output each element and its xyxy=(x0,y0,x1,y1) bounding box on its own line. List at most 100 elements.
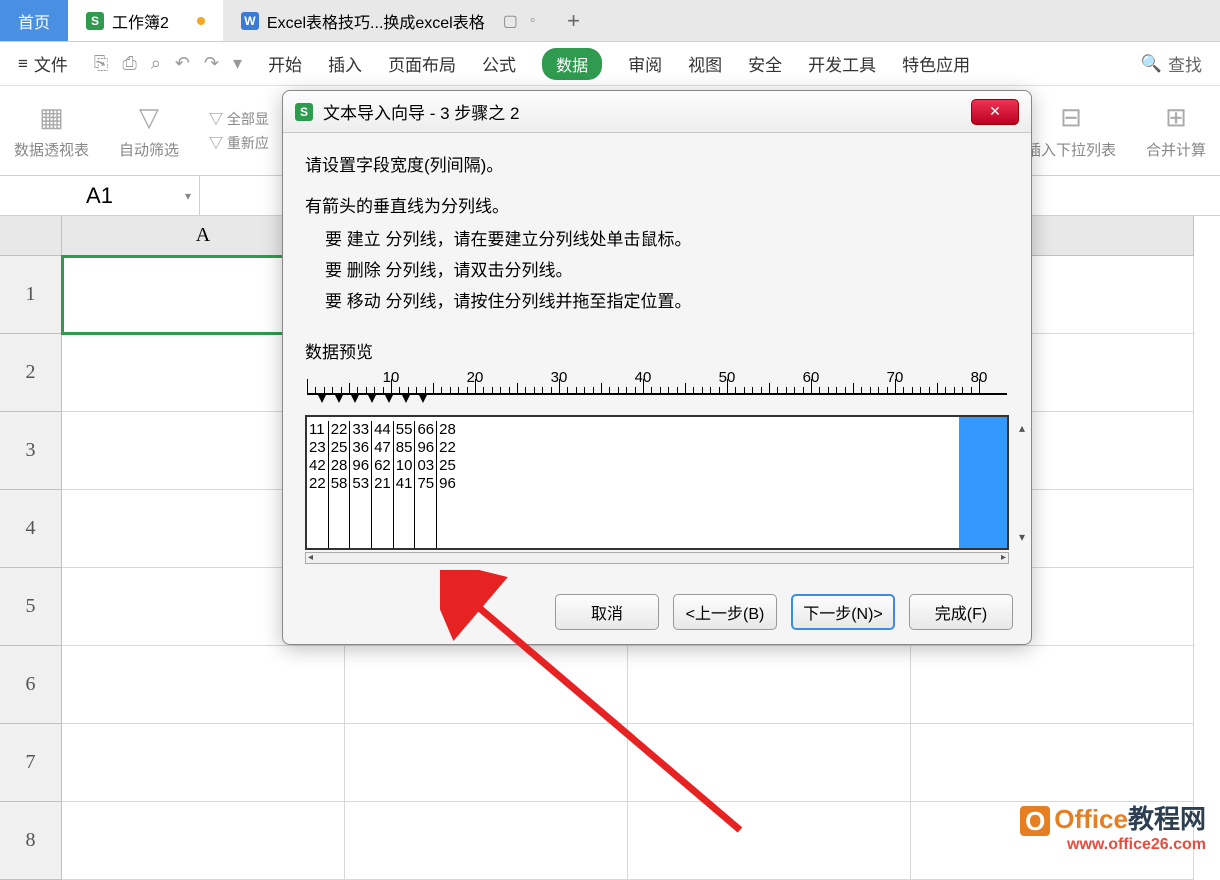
menu-search[interactable]: 🔍 查找 xyxy=(1141,51,1202,76)
cell[interactable] xyxy=(628,802,911,880)
data-preview[interactable]: 1123422222252858333696534447622155851041… xyxy=(305,415,1009,550)
cell[interactable] xyxy=(345,802,628,880)
spreadsheet-icon: S xyxy=(295,103,313,121)
row-headers: 1 2 3 4 5 6 7 8 xyxy=(0,256,62,880)
menu-insert[interactable]: 插入 xyxy=(328,51,362,76)
preview-cell: 36 xyxy=(352,439,369,457)
tab-workbook[interactable]: S 工作簿2 xyxy=(68,0,223,41)
row-header[interactable]: 4 xyxy=(0,490,62,568)
dialog-titlebar[interactable]: S 文本导入向导 - 3 步骤之 2 ✕ xyxy=(283,91,1031,133)
preview-column[interactable]: 44476221 xyxy=(372,421,394,548)
preview-cell: 85 xyxy=(396,439,413,457)
preview-icon[interactable]: ⌕ xyxy=(151,53,161,74)
hamburger-icon: ≡ xyxy=(18,54,28,74)
row-header[interactable]: 6 xyxy=(0,646,62,724)
preview-column[interactable]: 33369653 xyxy=(350,421,372,548)
tab-more-icon[interactable]: ◦ xyxy=(530,12,536,30)
menu-file[interactable]: ≡ 文件 xyxy=(18,51,68,76)
menu-page-layout[interactable]: 页面布局 xyxy=(388,51,456,76)
menu-dev-tools[interactable]: 开发工具 xyxy=(808,51,876,76)
title-bar: 首页 S 工作簿2 W Excel表格技巧...换成excel表格 ▢ ◦ + xyxy=(0,0,1220,42)
ribbon-pivot[interactable]: ▦ 数据透视表 xyxy=(14,102,89,160)
preview-column[interactable]: 11234222 xyxy=(307,421,329,548)
preview-cell: 22 xyxy=(309,475,326,493)
close-button[interactable]: ✕ xyxy=(971,99,1019,125)
next-button[interactable]: 下一步(N)> xyxy=(791,594,895,630)
menu-security[interactable]: 安全 xyxy=(748,51,782,76)
ruler[interactable]: 1020304050607080 xyxy=(305,371,1009,411)
preview-cell: 25 xyxy=(331,439,348,457)
tab-window-icon[interactable]: ▢ xyxy=(503,11,518,31)
cell[interactable] xyxy=(345,724,628,802)
preview-cell: 96 xyxy=(417,439,434,457)
menu-formula[interactable]: 公式 xyxy=(482,51,516,76)
ribbon-reapply[interactable]: ▽ 重新应 xyxy=(209,133,269,153)
cell[interactable] xyxy=(628,724,911,802)
office-icon: O xyxy=(1020,806,1050,836)
preview-cell: 23 xyxy=(309,439,326,457)
preview-cell: 33 xyxy=(352,421,369,439)
preview-column[interactable]: 28222596 xyxy=(437,421,458,548)
preview-cell: 96 xyxy=(439,475,456,493)
dialog-title-text: 文本导入向导 - 3 步骤之 2 xyxy=(323,99,519,124)
preview-cell: 21 xyxy=(374,475,391,493)
cell[interactable] xyxy=(345,646,628,724)
ribbon-merge-calc[interactable]: ⊞ 合并计算 xyxy=(1146,102,1206,160)
row-header[interactable]: 2 xyxy=(0,334,62,412)
print-icon[interactable]: ⎙ xyxy=(122,53,136,74)
menu-special[interactable]: 特色应用 xyxy=(902,51,970,76)
funnel-small-icon: ▽ xyxy=(209,135,223,151)
menu-data[interactable]: 数据 xyxy=(542,48,602,80)
dialog-hint: 有箭头的垂直线为分列线。 xyxy=(305,192,1009,217)
preview-cell: 44 xyxy=(374,421,391,439)
ribbon-dropdown-list[interactable]: ⊟ 插入下拉列表 xyxy=(1026,102,1116,160)
row-header[interactable]: 8 xyxy=(0,802,62,880)
dialog-hint-create: 要 建立 分列线，请在要建立分列线处单击鼠标。 xyxy=(325,225,1009,250)
undo-icon[interactable]: ↶ xyxy=(175,53,190,74)
menu-review[interactable]: 审阅 xyxy=(628,51,662,76)
cell[interactable] xyxy=(911,646,1194,724)
row-header[interactable]: 7 xyxy=(0,724,62,802)
redo-icon[interactable]: ↷ xyxy=(204,53,219,74)
row-header[interactable]: 5 xyxy=(0,568,62,646)
menu-start[interactable]: 开始 xyxy=(268,51,302,76)
row-header[interactable]: 3 xyxy=(0,412,62,490)
scroll-down-icon[interactable]: ▾ xyxy=(1019,530,1025,544)
ruler-mark: 10 xyxy=(383,369,400,386)
tab-home[interactable]: 首页 xyxy=(0,0,68,41)
preview-column[interactable]: 22252858 xyxy=(329,421,351,548)
preview-cell: 53 xyxy=(352,475,369,493)
merge-icon: ⊞ xyxy=(1165,102,1187,133)
cell[interactable] xyxy=(62,724,345,802)
dropdown-icon[interactable]: ▾ xyxy=(233,53,242,74)
new-tab-button[interactable]: + xyxy=(554,0,594,41)
cancel-button[interactable]: 取消 xyxy=(555,594,659,630)
preview-cell: 75 xyxy=(417,475,434,493)
tab-excel-article[interactable]: W Excel表格技巧...换成excel表格 ▢ ◦ xyxy=(223,0,554,41)
finish-button[interactable]: 完成(F) xyxy=(909,594,1013,630)
vertical-scrollbar[interactable]: ▴ ▾ xyxy=(959,417,1007,548)
menu-view[interactable]: 视图 xyxy=(688,51,722,76)
scroll-right-icon[interactable]: ▸ xyxy=(1001,552,1006,563)
preview-cell: 03 xyxy=(417,457,434,475)
cell[interactable] xyxy=(911,724,1194,802)
scroll-left-icon[interactable]: ◂ xyxy=(308,552,313,563)
ribbon-show-all[interactable]: ▽ 全部显 xyxy=(209,109,269,129)
ribbon-autofilter[interactable]: ▽ 自动筛选 xyxy=(119,102,179,160)
back-button[interactable]: <上一步(B) xyxy=(673,594,777,630)
ruler-mark: 70 xyxy=(887,369,904,386)
select-all-corner[interactable] xyxy=(0,216,62,256)
save-icon[interactable]: ⎘ xyxy=(94,53,108,74)
cell[interactable] xyxy=(62,802,345,880)
cell[interactable] xyxy=(62,646,345,724)
preview-column[interactable]: 66960375 xyxy=(415,421,437,548)
watermark: OOffice教程网 www.office26.com xyxy=(1020,799,1206,854)
scroll-up-icon[interactable]: ▴ xyxy=(1019,421,1025,435)
preview-column[interactable]: 55851041 xyxy=(394,421,416,548)
cell[interactable] xyxy=(628,646,911,724)
chevron-down-icon[interactable]: ▾ xyxy=(185,189,191,203)
name-box[interactable]: A1 ▾ xyxy=(0,176,200,215)
row-header[interactable]: 1 xyxy=(0,256,62,334)
text-import-wizard-dialog: S 文本导入向导 - 3 步骤之 2 ✕ 请设置字段宽度(列间隔)。 有箭头的垂… xyxy=(282,90,1032,645)
horizontal-scrollbar[interactable]: ◂ ▸ xyxy=(305,552,1009,564)
